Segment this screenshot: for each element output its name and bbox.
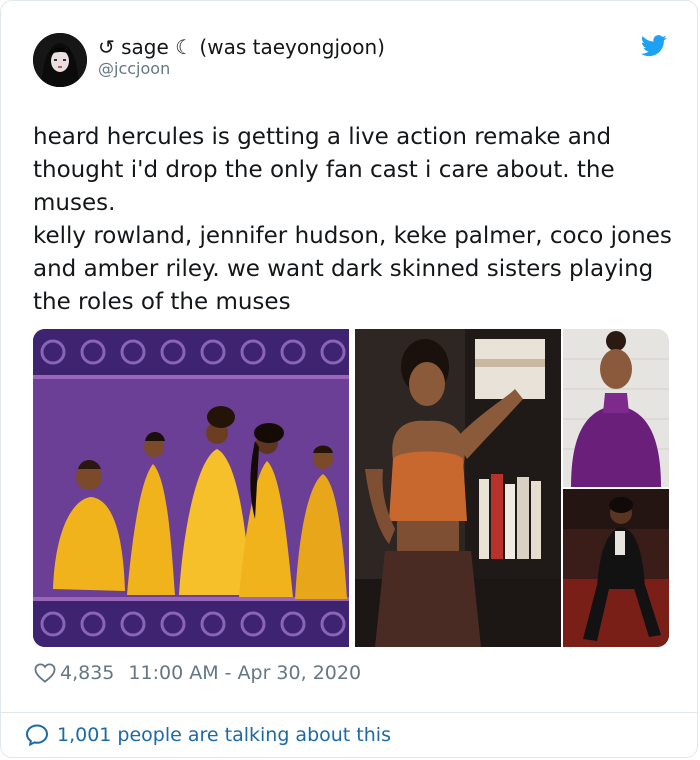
user-handle[interactable]: @jccjoon	[98, 59, 170, 78]
timestamp[interactable]: 11:00 AM - Apr 30, 2020	[128, 662, 361, 684]
divider	[1, 712, 697, 713]
woman-purple-top-photo[interactable]	[563, 329, 669, 487]
woman-black-suit-photo[interactable]	[563, 489, 669, 647]
muses-illustration[interactable]	[33, 329, 349, 647]
talking-link[interactable]: 1,001 people are talking about this	[25, 723, 391, 747]
avatar[interactable]	[33, 33, 87, 87]
tweet-text-line: kelly rowland, jennifer hudson, keke pal…	[33, 223, 672, 315]
twitter-bird-icon[interactable]	[641, 35, 667, 57]
tweet-card: ↺ sage ☾ (was taeyongjoon) @jccjoon hear…	[0, 0, 698, 758]
tweet-text-line: heard hercules is getting a live action …	[33, 124, 615, 216]
like-count[interactable]: 4,835	[60, 662, 114, 684]
heart-icon[interactable]	[34, 663, 56, 683]
tweet-text: heard hercules is getting a live action …	[33, 121, 673, 319]
media-grid	[33, 329, 669, 647]
talking-text[interactable]: 1,001 people are talking about this	[57, 724, 391, 746]
woman-orange-top-photo[interactable]	[355, 329, 561, 647]
display-name[interactable]: ↺ sage ☾ (was taeyongjoon)	[98, 35, 385, 59]
comment-bubble-icon	[25, 724, 49, 747]
tweet-meta: 4,835 11:00 AM - Apr 30, 2020	[34, 659, 361, 687]
